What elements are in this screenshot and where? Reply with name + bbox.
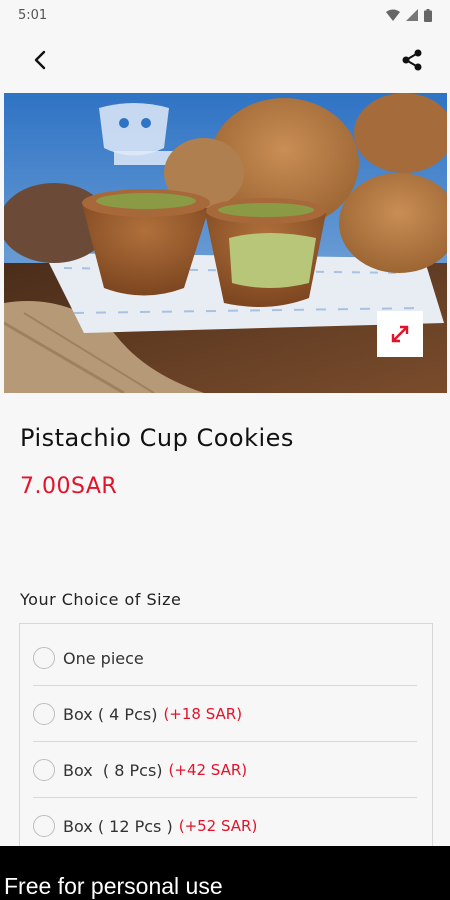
status-time: 5:01	[18, 7, 48, 23]
product-price: 7.00SAR	[20, 474, 118, 499]
status-bar: 5:01	[0, 0, 450, 30]
option-price-extra: (+52 SAR)	[178, 817, 258, 835]
size-options-list: One piece Box ( 4 Pcs) (+18 SAR) Box ( 8…	[19, 623, 433, 863]
size-section-title: Your Choice of Size	[20, 590, 182, 609]
size-option-box-8[interactable]: Box ( 8 Pcs) (+42 SAR)	[33, 742, 417, 798]
radio-button[interactable]	[33, 815, 55, 837]
size-option-box-4[interactable]: Box ( 4 Pcs) (+18 SAR)	[33, 686, 417, 742]
wifi-icon	[386, 9, 400, 21]
expand-icon	[391, 325, 409, 343]
option-label: One piece	[63, 648, 144, 668]
option-price-extra: (+42 SAR)	[168, 761, 248, 779]
back-button[interactable]	[24, 44, 56, 76]
watermark-bar: Free for personal use	[0, 846, 450, 900]
radio-button[interactable]	[33, 703, 55, 725]
battery-icon	[424, 8, 432, 22]
radio-button[interactable]	[33, 647, 55, 669]
back-arrow-icon	[34, 50, 46, 70]
expand-image-button[interactable]	[377, 311, 423, 357]
product-image[interactable]	[4, 93, 447, 393]
share-icon	[402, 49, 422, 71]
top-toolbar	[0, 30, 450, 90]
radio-button[interactable]	[33, 759, 55, 781]
option-label: Box ( 8 Pcs)	[63, 760, 163, 780]
product-title: Pistachio Cup Cookies	[20, 424, 294, 452]
product-detail-screen: 5:01 Pistachio Cup Cookies 7.00SAR Your …	[0, 0, 450, 900]
option-price-extra: (+18 SAR)	[163, 705, 243, 723]
signal-icon	[406, 9, 418, 21]
option-label: Box ( 12 Pcs )	[63, 816, 173, 836]
size-option-one-piece[interactable]: One piece	[33, 630, 417, 686]
status-icons	[386, 8, 432, 22]
share-button[interactable]	[396, 44, 428, 76]
option-label: Box ( 4 Pcs)	[63, 704, 158, 724]
